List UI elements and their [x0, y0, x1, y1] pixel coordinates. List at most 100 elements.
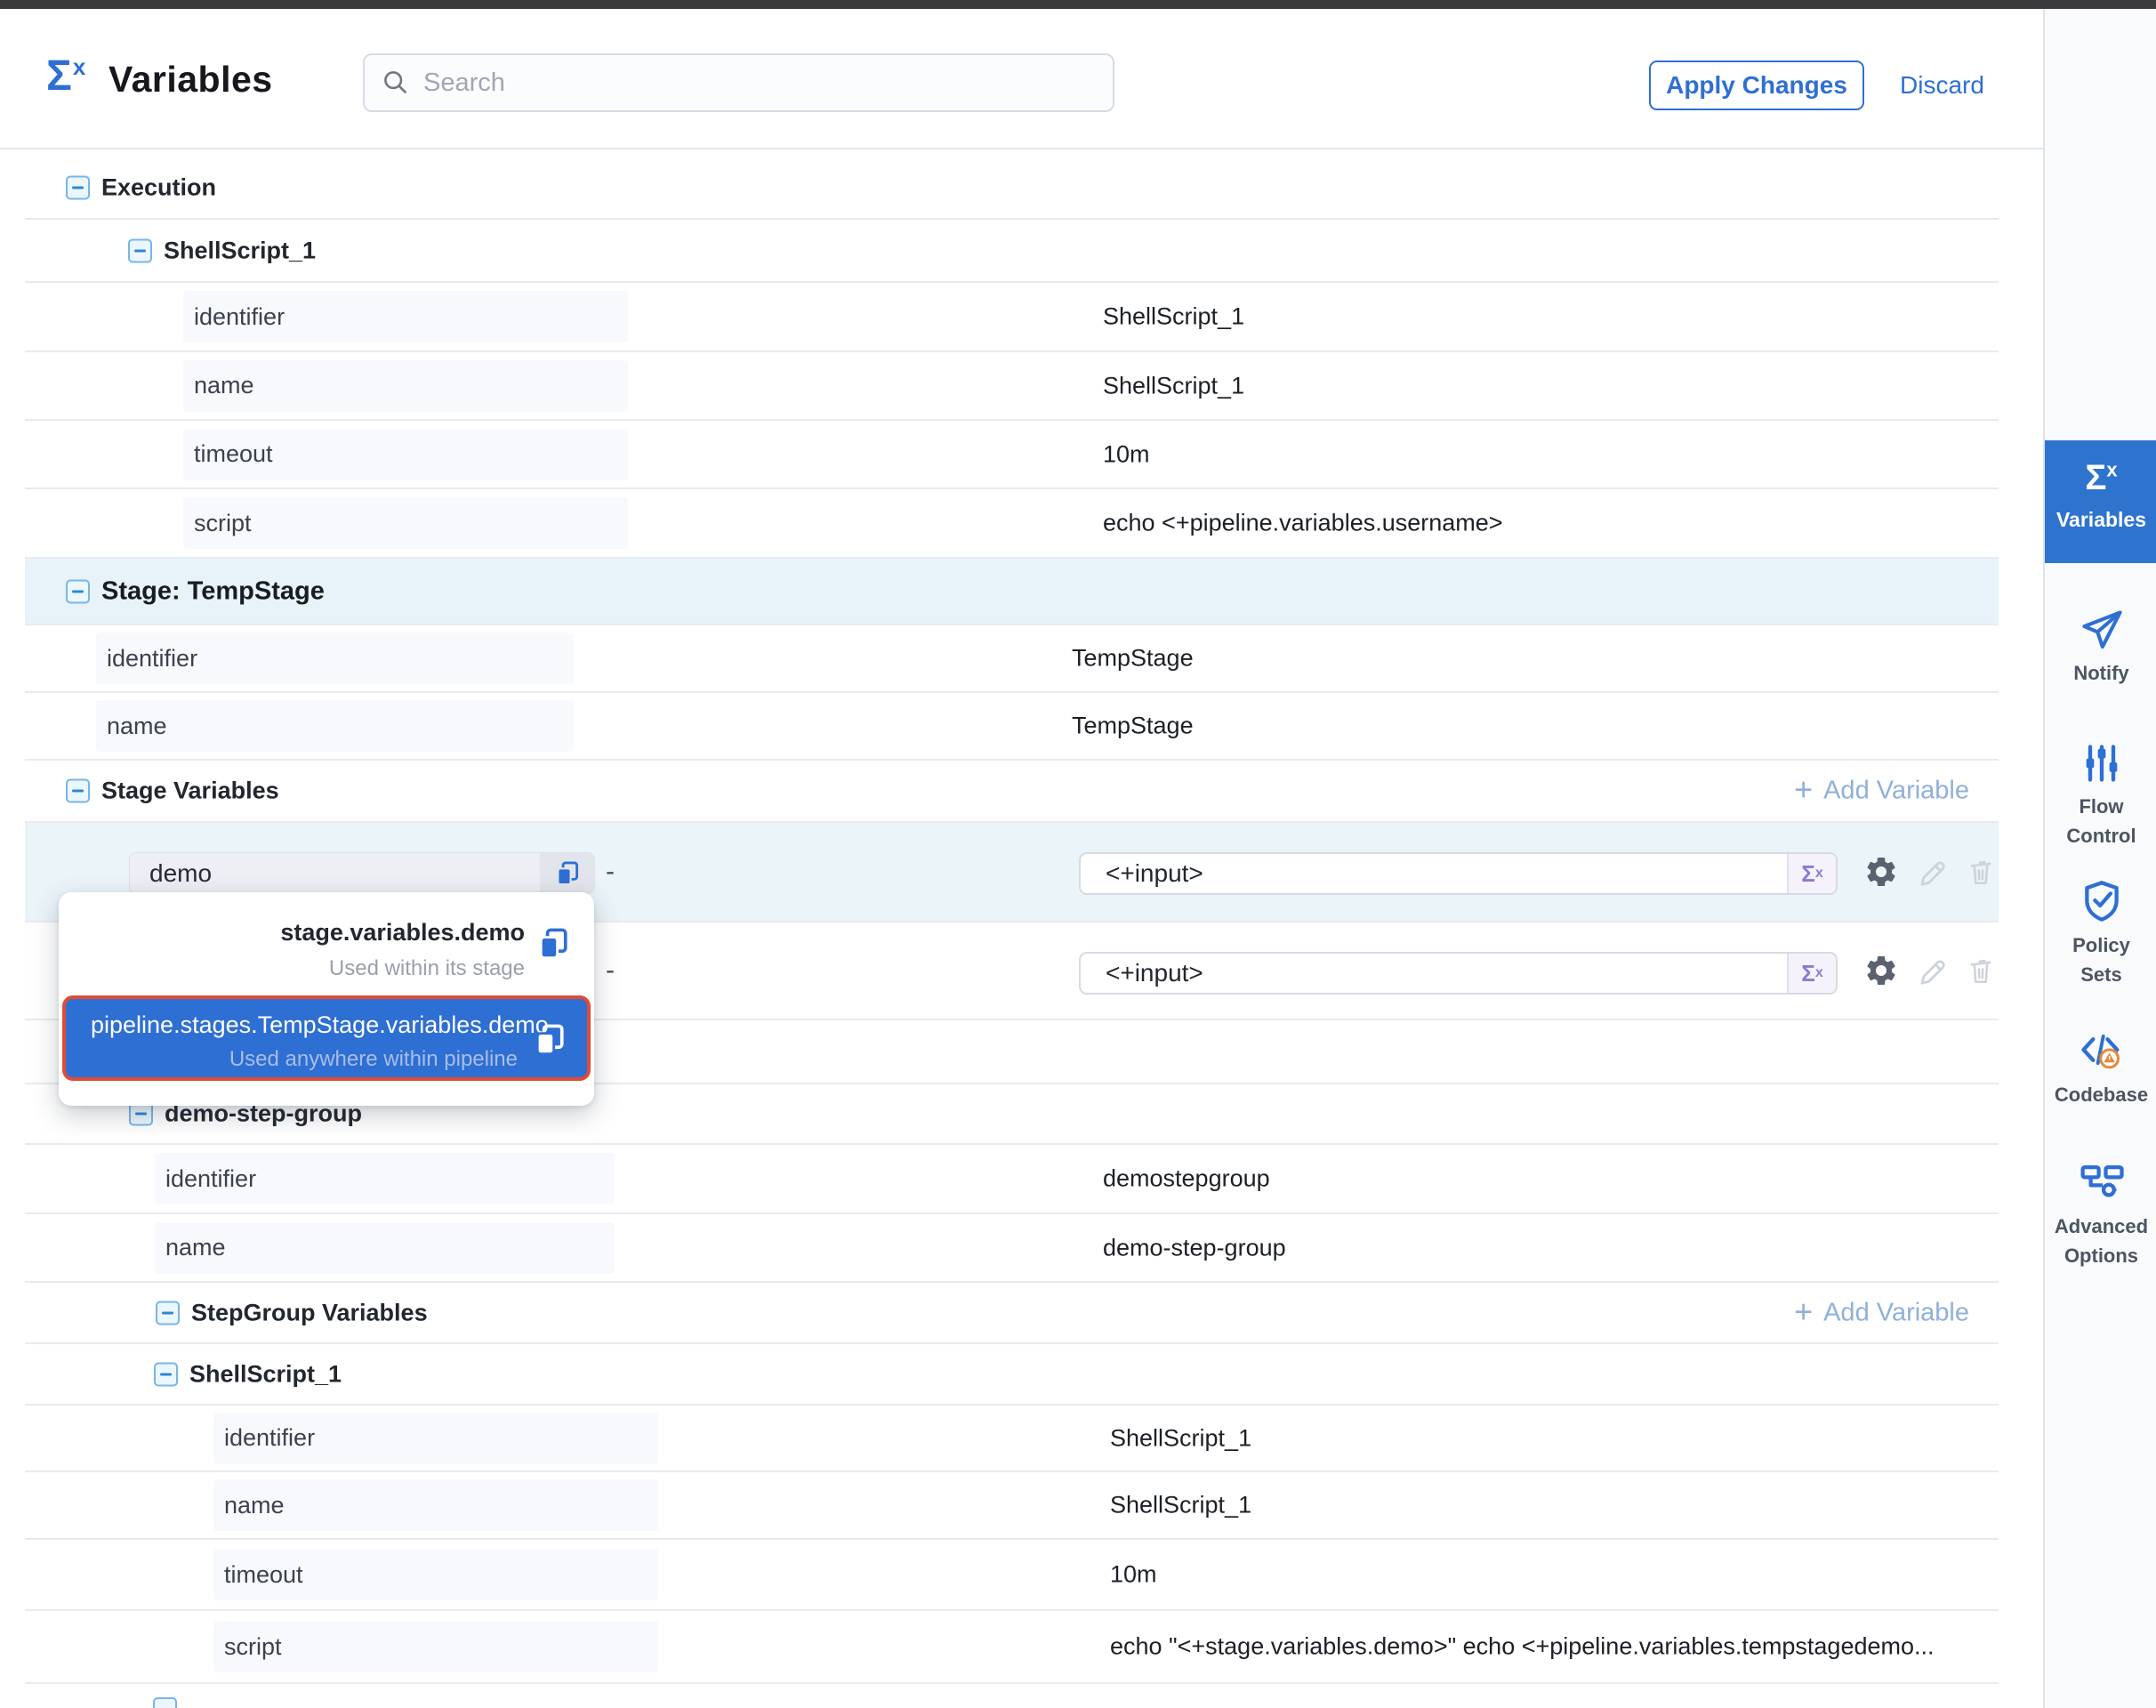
- variable-description-dash: -: [606, 955, 615, 986]
- row-sg-shellscript1: ShellScript_1: [25, 1344, 1999, 1406]
- edit-pencil-icon[interactable]: [1915, 954, 1949, 987]
- row-execution: Execution: [25, 157, 1999, 220]
- panel-header: Σx Variables Search Apply Changes Discar…: [0, 9, 2043, 149]
- variable-scope-hint: Used within its stage: [329, 956, 525, 981]
- variable-usage-popup: stage.variables.demo Used within its sta…: [59, 892, 594, 1106]
- variable-value-input[interactable]: <+input> Σx: [1079, 952, 1838, 995]
- search-placeholder: Search: [423, 68, 505, 98]
- search-icon: [381, 68, 411, 98]
- row-sg-s1-identifier: identifier ShellScript_1: [25, 1406, 1999, 1472]
- add-variable-button[interactable]: +Add Variable: [1794, 777, 1969, 806]
- discard-button[interactable]: Discard: [1900, 60, 1984, 110]
- row-name: name ShellScript_1: [25, 352, 1999, 421]
- variables-sigma-icon: Σx: [46, 55, 85, 98]
- add-variable-button[interactable]: +Add Variable: [1794, 1298, 1969, 1327]
- field-value: TempStage: [1072, 645, 1194, 673]
- copy-variable-button[interactable]: [540, 853, 594, 893]
- apply-changes-button[interactable]: Apply Changes: [1649, 60, 1864, 110]
- variable-path: stage.variables.demo: [280, 919, 525, 947]
- row-sg-identifier: identifier demostepgroup: [25, 1145, 1999, 1214]
- field-label: name: [155, 1222, 615, 1274]
- field-value: TempStage: [1072, 713, 1194, 740]
- flowchart-gear-icon: [2078, 1158, 2126, 1206]
- collapse-icon[interactable]: [66, 779, 90, 803]
- copy-button[interactable]: [530, 1020, 569, 1064]
- copy-icon: [534, 924, 573, 963]
- field-label: identifier: [213, 1413, 658, 1464]
- collapse-icon[interactable]: [66, 579, 90, 603]
- right-sidebar: Σx Variables Notify Flow Control Policy …: [2043, 9, 2156, 1708]
- row-stage-name: name TempStage: [25, 693, 1999, 761]
- gear-icon[interactable]: [1863, 854, 1899, 890]
- field-value: demo-step-group: [1103, 1234, 1286, 1261]
- collapse-icon[interactable]: [154, 1362, 178, 1386]
- copy-button[interactable]: [534, 924, 573, 968]
- search-input[interactable]: Search: [363, 53, 1114, 112]
- field-label: script: [183, 497, 628, 549]
- delete-trash-icon[interactable]: [1965, 955, 1997, 987]
- variable-description-dash: -: [606, 857, 615, 887]
- variable-value-input[interactable]: <+input> Σx: [1079, 852, 1838, 895]
- section-label: ShellScript_1: [164, 237, 316, 264]
- edit-pencil-icon[interactable]: [1915, 855, 1949, 889]
- field-label: name: [96, 700, 574, 752]
- row-shellscript1: ShellScript_1: [25, 220, 1999, 283]
- field-label: identifier: [183, 291, 628, 342]
- field-value: demostepgroup: [1103, 1165, 1270, 1193]
- delete-trash-icon[interactable]: [1965, 856, 1997, 888]
- field-label: identifier: [155, 1153, 615, 1204]
- section-label: ShellScript_1: [189, 1360, 342, 1388]
- stage-title: Stage: TempStage: [101, 576, 325, 606]
- gear-icon[interactable]: [1863, 953, 1899, 988]
- field-value: 10m: [1103, 440, 1150, 468]
- collapse-icon[interactable]: [66, 175, 90, 199]
- row-sg-s1-timeout: timeout 10m: [25, 1540, 1999, 1611]
- section-label: StepGroup Variables: [191, 1299, 428, 1326]
- field-value: 10m: [1110, 1561, 1157, 1589]
- runtime-input-chip[interactable]: Σx: [1787, 854, 1836, 893]
- row-timeout: timeout 10m: [25, 421, 1999, 489]
- shield-check-icon: [2078, 877, 2126, 925]
- field-value: ShellScript_1: [1110, 1492, 1251, 1519]
- sidebar-tab-variables[interactable]: Σx Variables: [2045, 440, 2156, 563]
- field-value: ShellScript_1: [1110, 1424, 1251, 1452]
- page-title: Variables: [109, 59, 273, 101]
- section-label: Execution: [101, 173, 216, 201]
- row-stepgroup-variables: StepGroup Variables +Add Variable: [25, 1283, 1999, 1344]
- field-label: name: [183, 360, 628, 412]
- variable-name-input[interactable]: demo: [129, 852, 595, 894]
- field-value: echo "<+stage.variables.demo>" echo <+pi…: [1110, 1633, 1935, 1661]
- plus-icon: +: [1794, 1295, 1813, 1327]
- variable-path: pipeline.stages.TempStage.variables.demo: [91, 1011, 549, 1039]
- sidebar-tab-codebase[interactable]: Codebase: [2045, 1025, 2156, 1109]
- window-top-strip: [0, 0, 2156, 9]
- field-label: script: [213, 1621, 658, 1672]
- field-value: ShellScript_1: [1103, 372, 1244, 399]
- field-label: name: [213, 1479, 658, 1531]
- row-sg-s1-name: name ShellScript_1: [25, 1472, 1999, 1540]
- sidebar-tab-flow-control[interactable]: Flow Control: [2045, 740, 2156, 850]
- plus-icon: +: [1794, 774, 1813, 806]
- field-label: timeout: [213, 1549, 658, 1600]
- runtime-input-chip[interactable]: Σx: [1787, 954, 1836, 993]
- variables-panel: Σx Variables Search Apply Changes Discar…: [0, 0, 2156, 1708]
- popup-option-stage-scope[interactable]: stage.variables.demo Used within its sta…: [59, 892, 594, 994]
- popup-option-pipeline-scope-selected[interactable]: pipeline.stages.TempStage.variables.demo…: [62, 995, 591, 1081]
- field-value: ShellScript_1: [1103, 303, 1244, 331]
- sliders-icon: [2079, 740, 2125, 786]
- row-stage-identifier: identifier TempStage: [25, 625, 1999, 693]
- copy-icon: [552, 858, 583, 889]
- variable-scope-hint: Used anywhere within pipeline: [229, 1047, 518, 1072]
- collapse-icon[interactable]: [153, 1697, 177, 1708]
- field-label: identifier: [96, 632, 574, 684]
- sidebar-tab-policy-sets[interactable]: Policy Sets: [2045, 877, 2156, 989]
- row-identifier: identifier ShellScript_1: [25, 283, 1999, 352]
- collapse-icon[interactable]: [156, 1301, 180, 1325]
- collapse-icon[interactable]: [128, 238, 152, 262]
- sidebar-tab-notify[interactable]: Notify: [2045, 607, 2156, 688]
- section-label: Stage Variables: [101, 777, 279, 805]
- sigma-x-icon: Σx: [2045, 460, 2156, 495]
- code-warning-icon: [2077, 1025, 2127, 1075]
- copy-icon: [530, 1020, 569, 1059]
- sidebar-tab-advanced-options[interactable]: Advanced Options: [2045, 1158, 2156, 1270]
